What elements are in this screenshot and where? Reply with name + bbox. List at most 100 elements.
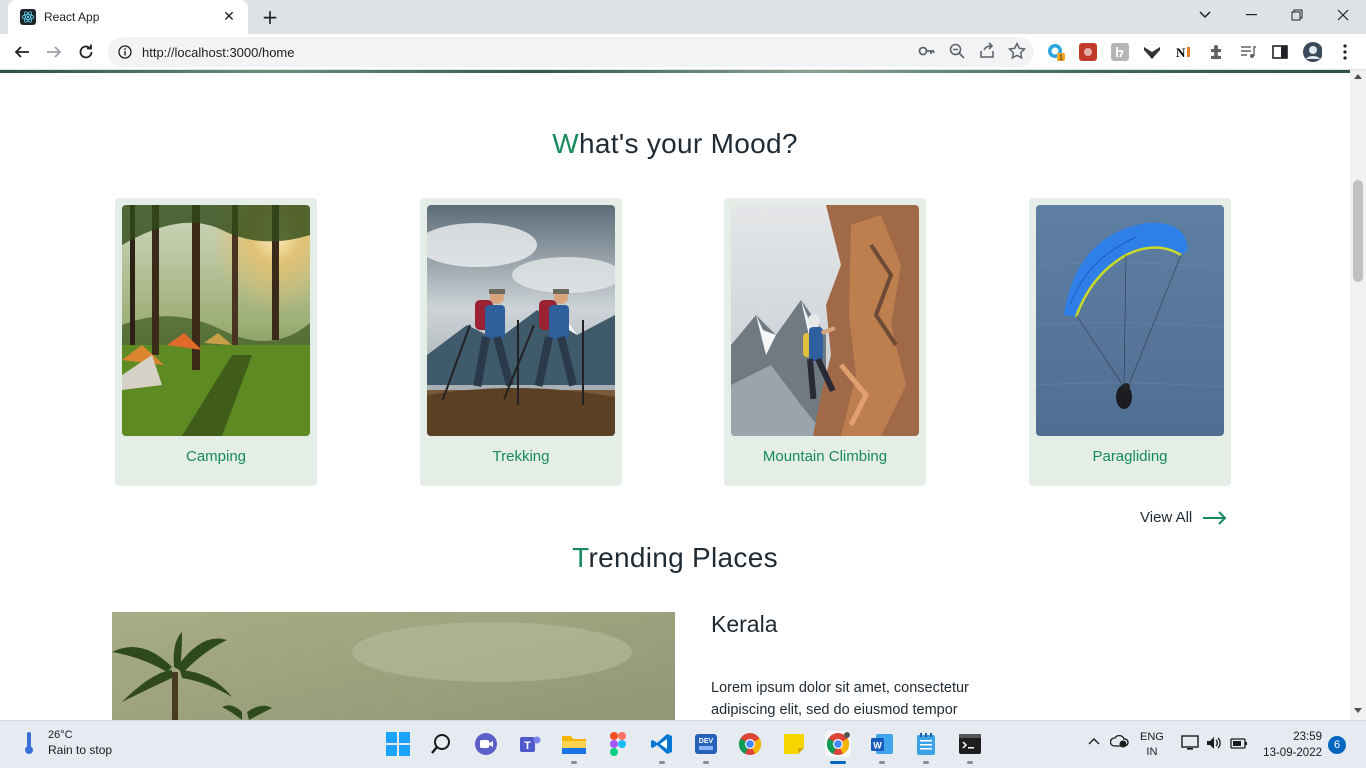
browser-tab[interactable]: React App ✕ bbox=[8, 0, 248, 34]
terminal-icon[interactable] bbox=[957, 731, 983, 757]
info-icon[interactable] bbox=[118, 45, 132, 59]
vscode-indicator bbox=[659, 761, 665, 764]
chrome-active-indicator bbox=[830, 761, 846, 764]
chrome-icon[interactable] bbox=[737, 731, 763, 757]
kerala-image bbox=[112, 612, 675, 720]
scroll-down-icon[interactable] bbox=[1354, 708, 1362, 713]
page-content: What's your Mood? Camping Trekking Mount… bbox=[0, 73, 1350, 720]
profile-avatar[interactable] bbox=[1302, 42, 1322, 62]
clock-date: 13-09-2022 bbox=[1263, 747, 1322, 759]
search-icon[interactable] bbox=[429, 731, 455, 757]
tab-search-icon[interactable] bbox=[1182, 0, 1228, 30]
volume-icon[interactable] bbox=[1205, 735, 1223, 754]
notification-badge[interactable]: 6 bbox=[1328, 736, 1346, 754]
svg-text:T: T bbox=[524, 740, 531, 752]
language-code: ENG bbox=[1140, 731, 1164, 743]
menu-kebab-icon[interactable] bbox=[1335, 42, 1355, 62]
view-all-link[interactable]: View All bbox=[1140, 509, 1228, 526]
trending-section-title: Trending Places bbox=[0, 542, 1350, 574]
language-indicator[interactable]: ENG IN bbox=[1140, 730, 1164, 760]
close-window-button[interactable] bbox=[1320, 0, 1366, 30]
show-hidden-icons-chevron-icon[interactable] bbox=[1088, 736, 1100, 748]
scroll-up-icon[interactable] bbox=[1354, 74, 1362, 79]
weather-temperature: 26°C bbox=[48, 729, 73, 741]
card-label: Camping bbox=[185, 448, 247, 465]
restore-button[interactable] bbox=[1274, 0, 1320, 30]
region-code: IN bbox=[1146, 746, 1158, 758]
media-control-icon[interactable] bbox=[1238, 42, 1258, 62]
sticky-notes-icon[interactable] bbox=[781, 731, 807, 757]
notepad-indicator bbox=[923, 761, 929, 764]
dev-home-icon[interactable]: DEV bbox=[693, 731, 719, 757]
place-description: Lorem ipsum dolor sit amet, consectetur … bbox=[711, 680, 969, 718]
terminal-indicator bbox=[967, 761, 973, 764]
svg-text:N: N bbox=[1176, 45, 1186, 60]
clock-time: 23:59 bbox=[1293, 731, 1322, 743]
notepad-icon[interactable] bbox=[913, 731, 939, 757]
word-indicator bbox=[879, 761, 885, 764]
tab-strip: React App ✕ + bbox=[0, 0, 1366, 34]
mood-card-paragliding[interactable]: Paragliding bbox=[1029, 198, 1231, 486]
address-bar[interactable]: http://localhost:3000/home bbox=[108, 37, 1034, 67]
close-tab-icon[interactable]: ✕ bbox=[220, 8, 238, 26]
trending-title-rest: rending Places bbox=[588, 542, 778, 573]
mountain-climbing-image bbox=[731, 205, 919, 436]
paragliding-image bbox=[1036, 205, 1224, 436]
bookmark-star-icon[interactable] bbox=[1008, 42, 1026, 60]
share-icon[interactable] bbox=[978, 42, 996, 60]
teams-icon[interactable]: T bbox=[517, 731, 543, 757]
forward-arrow-icon[interactable] bbox=[40, 38, 68, 66]
weather-text: Rain to stop bbox=[48, 743, 113, 757]
trekking-image bbox=[427, 205, 615, 436]
view-all-label: View All bbox=[1140, 509, 1193, 526]
trending-title-first-letter: T bbox=[572, 542, 589, 573]
mood-title-first-letter: W bbox=[552, 128, 579, 159]
word-icon[interactable]: W bbox=[869, 731, 895, 757]
mood-card-camping[interactable]: Camping bbox=[115, 198, 317, 486]
card-label: Mountain Climbing bbox=[762, 448, 888, 465]
extension-4-icon[interactable] bbox=[1142, 42, 1162, 62]
new-tab-button[interactable]: + bbox=[258, 5, 282, 29]
extension-2-icon[interactable] bbox=[1078, 42, 1098, 62]
display-icon[interactable] bbox=[1181, 735, 1199, 754]
svg-text:DEV: DEV bbox=[699, 738, 714, 745]
dev-home-indicator bbox=[703, 761, 709, 764]
onedrive-icon[interactable] bbox=[1109, 733, 1130, 752]
mood-title-rest: hat's your Mood? bbox=[579, 128, 798, 159]
key-icon[interactable] bbox=[918, 42, 936, 60]
extension-5-icon[interactable]: N bbox=[1174, 42, 1194, 62]
minimize-button[interactable] bbox=[1228, 0, 1274, 30]
place-name: Kerala bbox=[711, 611, 778, 637]
zoom-icon[interactable] bbox=[948, 42, 966, 60]
puzzle-extensions-icon[interactable] bbox=[1206, 42, 1226, 62]
react-logo-icon bbox=[20, 9, 36, 25]
card-label: Paragliding bbox=[1092, 448, 1168, 465]
windows-start-icon[interactable] bbox=[385, 731, 411, 757]
mood-card-trekking[interactable]: Trekking bbox=[420, 198, 622, 486]
browser-toolbar: http://localhost:3000/home 1 N bbox=[0, 34, 1366, 70]
system-clock[interactable]: 23:59 13-09-2022 bbox=[1263, 729, 1322, 761]
vscode-icon[interactable] bbox=[649, 731, 675, 757]
scrollbar-thumb[interactable] bbox=[1353, 180, 1363, 282]
url-text[interactable]: http://localhost:3000/home bbox=[142, 45, 295, 60]
svg-text:1: 1 bbox=[1059, 55, 1063, 62]
battery-icon[interactable] bbox=[1229, 735, 1249, 754]
side-panel-icon[interactable] bbox=[1270, 42, 1290, 62]
weather-widget[interactable]: 26°C Rain to stop bbox=[20, 729, 112, 757]
meet-icon[interactable] bbox=[473, 731, 499, 757]
chrome-active-icon[interactable] bbox=[825, 731, 851, 757]
back-arrow-icon[interactable] bbox=[8, 38, 36, 66]
file-explorer-icon[interactable] bbox=[561, 731, 587, 757]
mood-section-title: What's your Mood? bbox=[0, 128, 1350, 160]
extension-3-icon[interactable] bbox=[1110, 42, 1130, 62]
figma-icon[interactable] bbox=[605, 731, 631, 757]
camping-image bbox=[122, 205, 310, 436]
extension-1-icon[interactable]: 1 bbox=[1046, 42, 1066, 62]
page-scrollbar[interactable] bbox=[1350, 70, 1366, 720]
svg-text:W: W bbox=[873, 741, 882, 751]
windows-taskbar: 26°C Rain to stop T DEV W ENG IN 23:59 1… bbox=[0, 720, 1366, 768]
reload-icon[interactable] bbox=[72, 38, 100, 66]
card-label: Trekking bbox=[492, 448, 550, 465]
file-explorer-indicator bbox=[571, 761, 577, 764]
mood-card-mountain-climbing[interactable]: Mountain Climbing bbox=[724, 198, 926, 486]
